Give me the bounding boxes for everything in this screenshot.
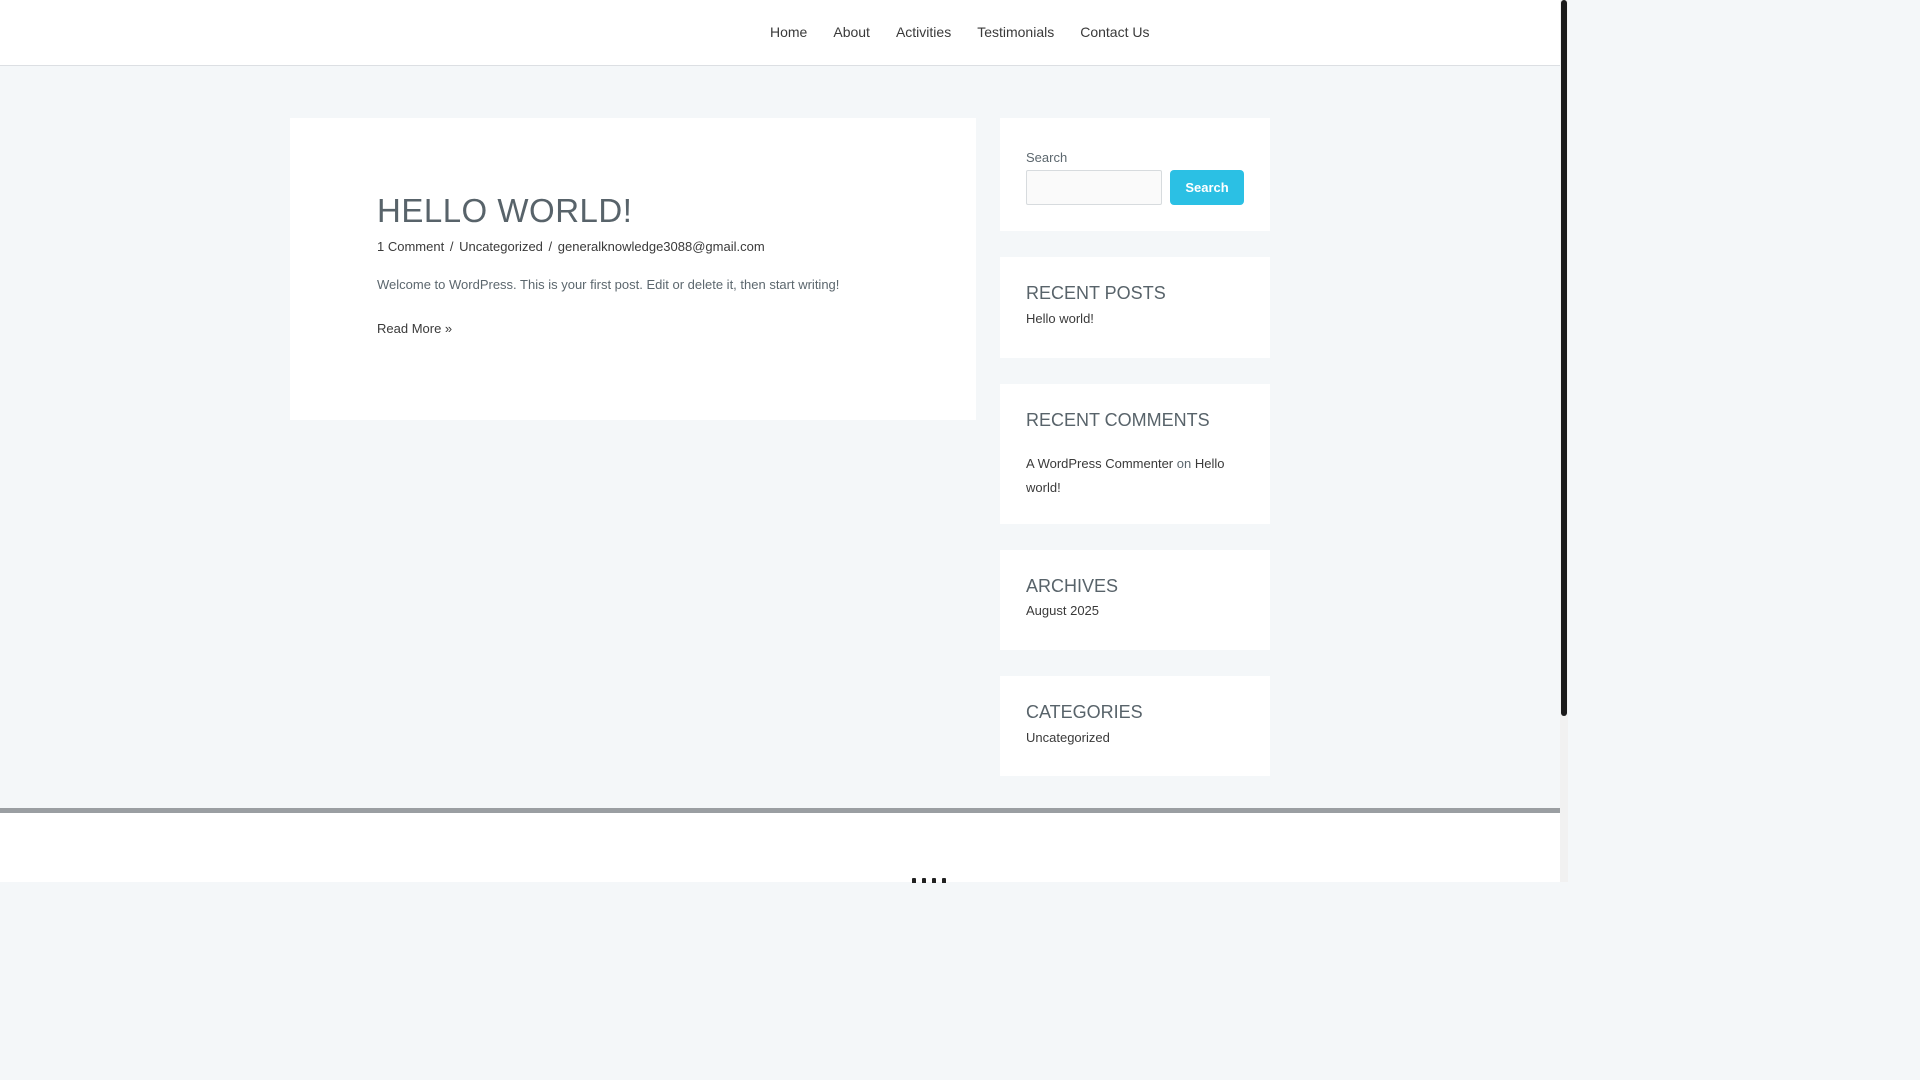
category-link[interactable]: Uncategorized	[1026, 730, 1110, 745]
footer-clipped-content	[912, 875, 956, 883]
site-header: Home About Activities Testimonials Conta…	[0, 0, 1560, 66]
site-footer	[0, 813, 1560, 883]
nav-link-activities[interactable]: Activities	[883, 0, 964, 65]
recent-comment-item: A WordPress Commenter on Hello world!	[1026, 452, 1241, 500]
archives-title: ARCHIVES	[1026, 576, 1119, 596]
nav-link-testimonials[interactable]: Testimonials	[964, 0, 1067, 65]
recent-comments-title: RECENT COMMENTS	[1026, 410, 1210, 430]
recent-post-link[interactable]: Hello world!	[1026, 311, 1094, 326]
nav-link-contact-us[interactable]: Contact Us	[1067, 0, 1162, 65]
comment-connector: on	[1176, 456, 1192, 471]
post-author-link[interactable]: generalknowledge3088@gmail.com	[558, 239, 765, 254]
nav-link-home[interactable]: Home	[757, 0, 820, 65]
post-comments-link[interactable]: 1 Comment	[377, 239, 444, 254]
post-meta: 1 Comment / Uncategorized / generalknowl…	[377, 239, 765, 254]
meta-separator: /	[449, 239, 454, 254]
meta-separator: /	[548, 239, 553, 254]
comment-author-link[interactable]: A WordPress Commenter	[1026, 456, 1173, 471]
post-excerpt: Welcome to WordPress. This is your first…	[377, 277, 840, 292]
categories-title: CATEGORIES	[1026, 702, 1143, 722]
search-button[interactable]: Search	[1170, 170, 1244, 205]
search-widget: Search Search	[1000, 118, 1270, 231]
search-input[interactable]	[1026, 170, 1162, 205]
main-navigation: Home About Activities Testimonials Conta…	[757, 0, 1162, 65]
archive-link[interactable]: August 2025	[1026, 603, 1099, 618]
recent-posts-title: RECENT POSTS	[1026, 283, 1166, 303]
search-label: Search	[1026, 150, 1068, 165]
post-category-link[interactable]: Uncategorized	[459, 239, 543, 254]
nav-link-about[interactable]: About	[820, 0, 883, 65]
post-title[interactable]: HELLO WORLD!	[377, 192, 632, 230]
scrollbar-thumb[interactable]	[1561, 0, 1567, 716]
categories-widget: CATEGORIES Uncategorized	[1000, 676, 1270, 776]
page-scrollbar[interactable]	[1560, 0, 1568, 882]
recent-comments-widget: RECENT COMMENTS A WordPress Commenter on…	[1000, 384, 1270, 524]
post-card: HELLO WORLD! 1 Comment / Uncategorized /…	[290, 118, 976, 420]
archives-widget: ARCHIVES August 2025	[1000, 550, 1270, 650]
read-more-link[interactable]: Read More »	[377, 321, 452, 336]
recent-posts-widget: RECENT POSTS Hello world!	[1000, 257, 1270, 358]
